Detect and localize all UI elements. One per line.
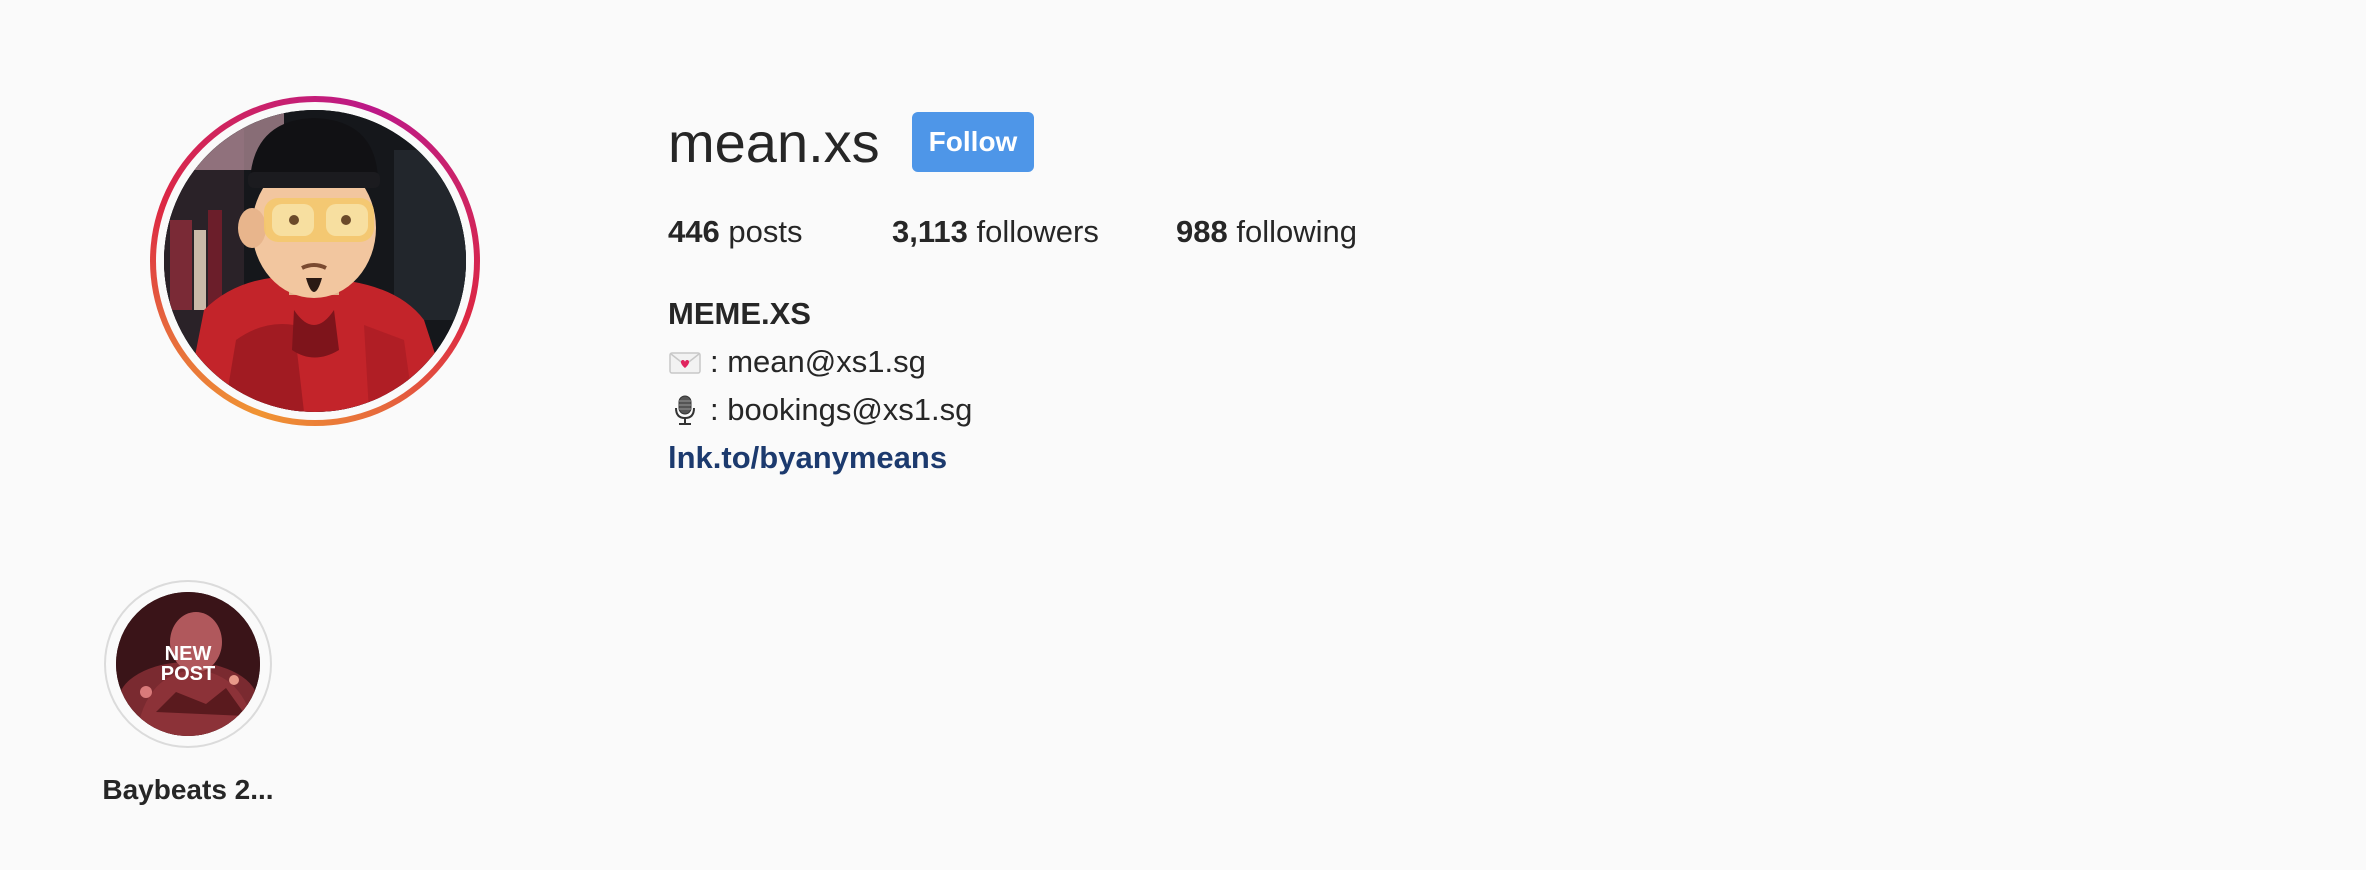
highlight-cover-text-1: NEW [165, 643, 212, 665]
highlight-cover-text-2: POST [161, 663, 215, 685]
bio-external-link[interactable]: lnk.to/byanymeans [668, 434, 947, 482]
username: mean.xs [668, 111, 880, 174]
love-letter-icon [669, 352, 701, 374]
profile-avatar-ring[interactable] [150, 96, 480, 426]
highlight-cover-image: NEW POST [116, 592, 260, 736]
bio-email-line: : mean@xs1.sg [668, 338, 972, 386]
profile-avatar[interactable] [164, 110, 466, 412]
followers-count: 3,113 [892, 214, 968, 249]
posts-stat: 446 posts [668, 210, 802, 254]
bio-bookings-line: : bookings@xs1.sg [668, 386, 972, 434]
following-label: following [1236, 214, 1357, 249]
bio-name-line: MEME.XS [668, 290, 972, 338]
follow-button[interactable]: Follow [912, 112, 1034, 172]
microphone-icon [675, 395, 695, 425]
followers-label: followers [976, 214, 1099, 249]
posts-count: 446 [668, 214, 720, 249]
highlight-cover: NEW POST [116, 592, 260, 736]
profile-bio: MEME.XS : mean@xs1.sg : bookings@xs1.sg … [668, 290, 972, 482]
posts-label: posts [728, 214, 803, 249]
following-count: 988 [1176, 214, 1228, 249]
full-name: MEME.XS [668, 296, 811, 331]
bio-email: : mean@xs1.sg [710, 344, 926, 379]
avatar-illustration [164, 110, 466, 412]
bio-bookings: : bookings@xs1.sg [710, 392, 973, 427]
following-stat[interactable]: 988 following [1176, 210, 1357, 254]
highlight-label: Baybeats 2... [102, 774, 274, 805]
followers-stat[interactable]: 3,113 followers [892, 210, 1099, 254]
bio-link-line: lnk.to/byanymeans [668, 434, 972, 482]
